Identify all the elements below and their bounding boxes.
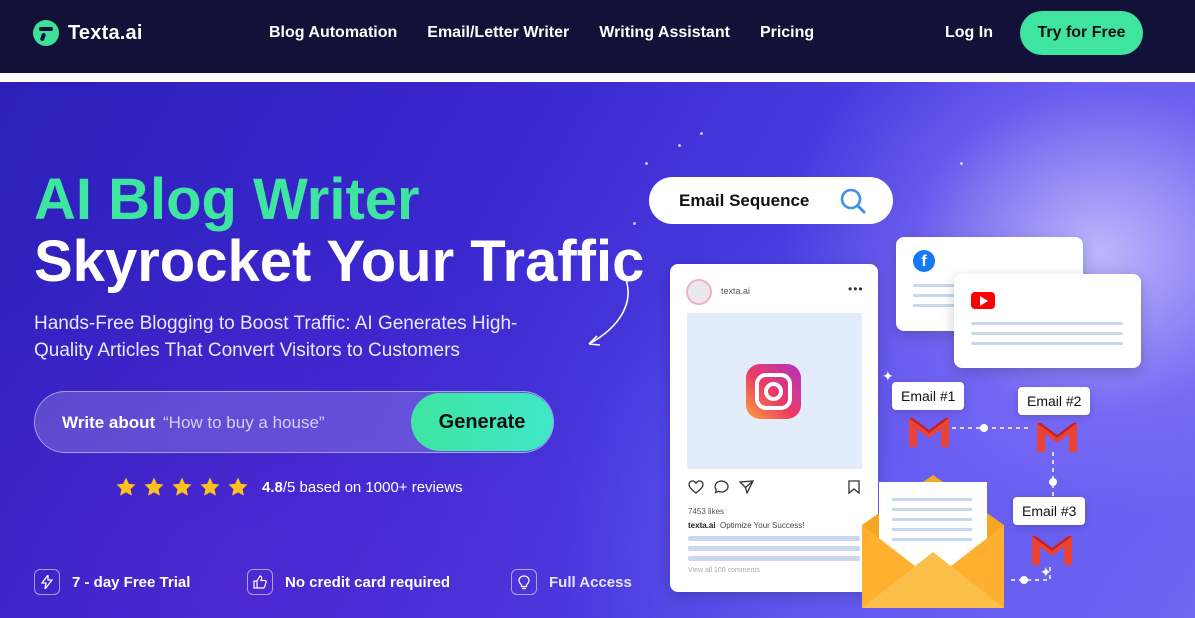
star-icon bbox=[144, 477, 164, 496]
hero-title-secondary: Skyrocket Your Traffic bbox=[34, 229, 645, 294]
youtube-icon bbox=[971, 292, 995, 309]
placeholder-line bbox=[688, 536, 860, 541]
youtube-card bbox=[954, 274, 1141, 368]
placeholder-line bbox=[688, 556, 860, 561]
sparkle-icon: ✦ bbox=[882, 368, 894, 384]
login-link[interactable]: Log In bbox=[945, 24, 993, 42]
email-tag-3: Email #3 bbox=[1013, 497, 1086, 525]
gmail-icon bbox=[909, 418, 949, 447]
placeholder-line bbox=[688, 546, 860, 551]
heart-icon bbox=[688, 480, 704, 494]
post-caption: texta.ai Optimize Your Success! bbox=[688, 521, 805, 530]
placeholder-line bbox=[971, 342, 1123, 345]
sparkle-dot bbox=[645, 162, 648, 165]
comment-icon bbox=[714, 480, 729, 494]
nav-divider bbox=[0, 73, 1195, 82]
rating-suffix: /5 based on 1000+ reviews bbox=[282, 479, 463, 496]
generate-input-label: Write about bbox=[62, 413, 156, 432]
envelope-icon bbox=[862, 475, 1004, 608]
try-for-free-button[interactable]: Try for Free bbox=[1020, 11, 1143, 55]
star-icon bbox=[116, 477, 136, 496]
sparkle-dot bbox=[960, 162, 963, 165]
post-likes: 7453 likes bbox=[688, 507, 725, 516]
rating-score: 4.8 bbox=[262, 479, 283, 496]
facebook-icon: f bbox=[913, 250, 935, 272]
gmail-icon bbox=[1032, 536, 1072, 565]
thumbs-up-icon bbox=[247, 569, 273, 595]
email-sequence-search: Email Sequence bbox=[649, 177, 893, 224]
search-icon bbox=[840, 188, 866, 214]
avatar bbox=[686, 279, 712, 305]
star-icon bbox=[172, 477, 192, 496]
brand-logo[interactable]: Texta.ai bbox=[33, 20, 143, 46]
brand-name: Texta.ai bbox=[68, 21, 143, 44]
bolt-icon bbox=[34, 569, 60, 595]
nav-link-writing-assistant[interactable]: Writing Assistant bbox=[599, 24, 730, 42]
placeholder-line bbox=[971, 322, 1123, 325]
nav-links: Blog Automation Email/Letter Writer Writ… bbox=[269, 24, 814, 42]
feature-no-credit-card: No credit card required bbox=[247, 569, 450, 595]
sparkle-dot bbox=[678, 144, 681, 147]
lightbulb-icon bbox=[511, 569, 537, 595]
generate-button[interactable]: Generate bbox=[411, 393, 553, 451]
top-nav: Texta.ai Blog Automation Email/Letter Wr… bbox=[0, 0, 1195, 73]
rating-text: 4.8/5 based on 1000+ reviews bbox=[262, 479, 463, 496]
sparkle-dot bbox=[633, 222, 636, 225]
post-comments: View all 100 comments bbox=[688, 567, 760, 574]
hero-subtitle: Hands-Free Blogging to Boost Traffic: AI… bbox=[34, 313, 518, 361]
curved-arrow-icon bbox=[588, 276, 629, 346]
post-caption-text: Optimize Your Success! bbox=[720, 521, 805, 530]
share-icon bbox=[739, 480, 754, 494]
feature-full-access: Full Access bbox=[511, 569, 632, 595]
nav-link-blog-automation[interactable]: Blog Automation bbox=[269, 24, 397, 42]
instagram-icon bbox=[746, 364, 801, 419]
star-icon bbox=[228, 477, 248, 496]
feature-label: Full Access bbox=[549, 573, 632, 591]
email-tag-1: Email #1 bbox=[892, 382, 965, 410]
sparkle-dot bbox=[700, 132, 703, 135]
gmail-icon bbox=[1037, 423, 1077, 452]
post-caption-user: texta.ai bbox=[688, 521, 716, 530]
email-tag-2: Email #2 bbox=[1018, 387, 1091, 415]
hero-title-primary: AI Blog Writer bbox=[34, 167, 420, 232]
bookmark-icon bbox=[848, 480, 860, 494]
rating-stars bbox=[115, 476, 249, 498]
feature-label: No credit card required bbox=[285, 573, 451, 591]
nav-link-email-letter-writer[interactable]: Email/Letter Writer bbox=[427, 24, 569, 42]
post-actions bbox=[688, 480, 754, 494]
nav-link-pricing[interactable]: Pricing bbox=[760, 24, 814, 42]
sparkle-icon: ✦ bbox=[1040, 564, 1052, 580]
star-icon bbox=[200, 477, 220, 496]
more-options-icon: ••• bbox=[848, 282, 864, 296]
hero-section: AI Blog Writer Skyrocket Your Traffic Ha… bbox=[0, 82, 1195, 618]
post-username: texta.ai bbox=[721, 286, 751, 296]
feature-free-trial: 7 - day Free Trial bbox=[34, 569, 190, 595]
placeholder-line bbox=[971, 332, 1123, 335]
generate-input-box[interactable]: Write about “How to buy a house” Generat… bbox=[34, 391, 554, 453]
generate-input-placeholder[interactable]: “How to buy a house” bbox=[163, 413, 325, 433]
instagram-post-card: texta.ai ••• 7453 likes texta.ai Optimiz… bbox=[670, 264, 878, 592]
feature-label: 7 - day Free Trial bbox=[72, 573, 191, 591]
search-text: Email Sequence bbox=[679, 191, 810, 210]
brand-logo-icon bbox=[33, 20, 59, 46]
